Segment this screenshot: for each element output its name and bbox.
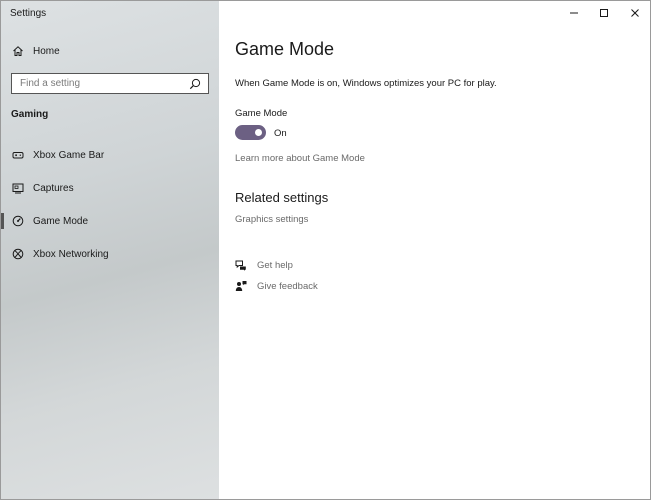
main-content: Game Mode When Game Mode is on, Windows … [219, 1, 650, 499]
sidebar-item-label: Xbox Game Bar [33, 149, 105, 161]
sidebar-item-xbox-game-bar[interactable]: Xbox Game Bar [1, 144, 219, 166]
sidebar-item-label: Xbox Networking [33, 248, 109, 260]
get-help-item[interactable]: Get help [235, 258, 293, 272]
search-icon[interactable] [189, 78, 201, 90]
window-title: Settings [10, 8, 47, 19]
feedback-icon [235, 280, 247, 292]
learn-more-link[interactable]: Learn more about Game Mode [235, 153, 365, 164]
game-mode-toggle[interactable] [235, 125, 266, 140]
sidebar-item-xbox-networking[interactable]: Xbox Networking [1, 243, 219, 265]
home-icon [12, 45, 24, 57]
search-box[interactable] [11, 73, 209, 94]
graphics-settings-link[interactable]: Graphics settings [235, 214, 308, 225]
settings-window: Settings Home Gaming Xbox Game Bar Capt [0, 0, 651, 500]
give-feedback-link[interactable]: Give feedback [257, 281, 318, 292]
sidebar-item-label: Home [33, 45, 60, 57]
sidebar-item-label: Game Mode [33, 215, 89, 227]
sidebar-item-home[interactable]: Home [1, 40, 219, 62]
sidebar-item-label: Captures [33, 182, 74, 194]
xbox-icon [12, 248, 24, 260]
related-settings-title: Related settings [235, 190, 329, 205]
sidebar: Settings Home Gaming Xbox Game Bar Capt [1, 1, 219, 499]
sidebar-item-captures[interactable]: Captures [1, 177, 219, 199]
game-mode-icon [12, 215, 24, 227]
captures-icon [12, 182, 24, 194]
sidebar-item-game-mode[interactable]: Game Mode [1, 210, 219, 232]
page-description: When Game Mode is on, Windows optimizes … [235, 78, 497, 89]
toggle-knob [255, 129, 262, 136]
game-mode-setting-label: Game Mode [235, 108, 288, 119]
get-help-link[interactable]: Get help [257, 260, 293, 271]
page-title: Game Mode [235, 39, 335, 59]
give-feedback-item[interactable]: Give feedback [235, 279, 318, 293]
toggle-state-label: On [274, 128, 287, 139]
xbox-game-bar-icon [12, 149, 24, 161]
search-input[interactable] [12, 78, 189, 89]
get-help-icon [235, 259, 247, 271]
sidebar-section-label: Gaming [11, 109, 49, 120]
